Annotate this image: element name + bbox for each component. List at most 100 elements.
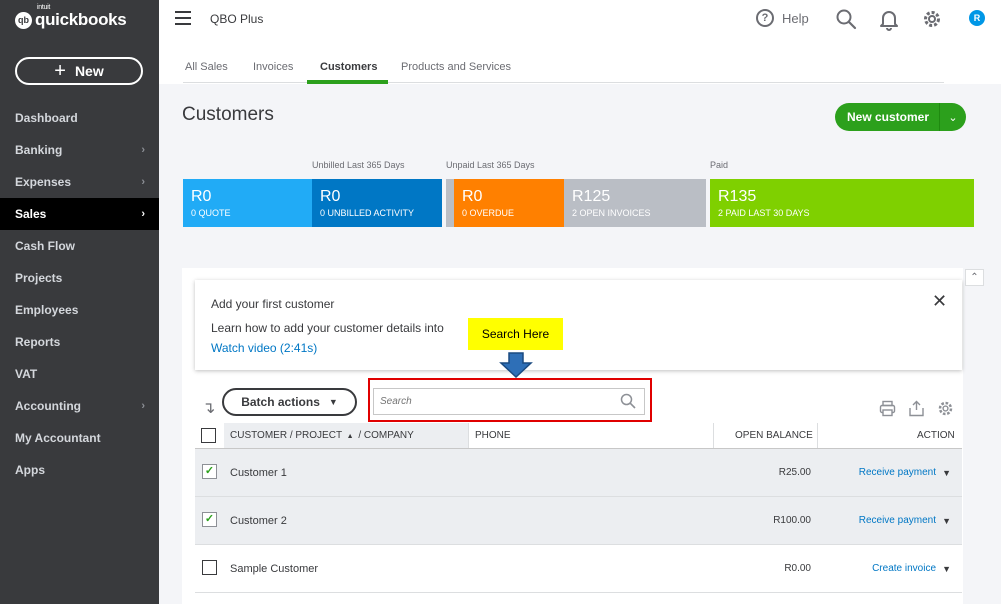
- block-amount: R125: [572, 188, 611, 205]
- block-desc: 2 OPEN INVOICES: [572, 208, 651, 218]
- customer-name[interactable]: Customer 1: [230, 467, 287, 479]
- tab-all-sales[interactable]: All Sales: [185, 61, 228, 73]
- column-phone[interactable]: PHONE: [475, 423, 511, 448]
- block-desc: 0 QUOTE: [191, 208, 231, 218]
- column-customer-project[interactable]: CUSTOMER / PROJECT ▲ / COMPANY: [224, 423, 468, 448]
- block-desc: 2 PAID LAST 30 DAYS: [718, 208, 810, 218]
- unbilled-label: Unbilled Last 365 Days: [312, 160, 405, 170]
- search-here-callout: Search Here: [468, 318, 563, 350]
- search-icon[interactable]: [835, 8, 857, 30]
- sales-tabs: All Sales Invoices Customers Products an…: [159, 40, 1001, 84]
- sidebar-item-label: Banking: [15, 143, 63, 157]
- sidebar-item-apps[interactable]: Apps: [0, 454, 159, 486]
- column-open-balance[interactable]: OPEN BALANCE: [735, 423, 813, 448]
- table-row[interactable]: ✓ Customer 1 R25.00 Receive payment ▼: [195, 449, 962, 497]
- sidebar-item-label: Cash Flow: [15, 239, 76, 253]
- chevron-right-icon: ›: [141, 176, 145, 188]
- print-icon[interactable]: [879, 400, 896, 417]
- sidebar-item-employees[interactable]: Employees: [0, 294, 159, 326]
- table-row[interactable]: ✓ Customer 2 R100.00 Receive payment ▼: [195, 497, 962, 545]
- checkmark-icon: ✓: [204, 465, 215, 477]
- quickbooks-logo[interactable]: qb intuit quickbooks: [15, 4, 127, 31]
- unbilled-activity-block[interactable]: R0 0 UNBILLED ACTIVITY: [312, 179, 442, 227]
- new-customer-button-group: New customer ⌄: [835, 103, 967, 131]
- row-checkbox[interactable]: ✓: [202, 512, 217, 527]
- search-icon[interactable]: [620, 393, 636, 409]
- tab-products-and-services[interactable]: Products and Services: [401, 61, 511, 73]
- logo-wordmark: quickbooks: [35, 10, 127, 29]
- sidebar-item-sales[interactable]: Sales ›: [0, 198, 159, 230]
- column-divider: [817, 423, 818, 448]
- sidebar-item-label: Projects: [15, 271, 63, 285]
- table-settings-icon[interactable]: [937, 400, 954, 417]
- column-divider: [713, 423, 714, 448]
- export-icon[interactable]: [908, 400, 925, 417]
- new-customer-dropdown[interactable]: ⌄: [939, 103, 967, 131]
- receive-payment-link[interactable]: Receive payment: [859, 515, 936, 526]
- sidebar-item-expenses[interactable]: Expenses ›: [0, 166, 159, 198]
- table-row[interactable]: Sample Customer R0.00 Create invoice ▼: [195, 545, 962, 593]
- avatar[interactable]: R: [969, 10, 985, 26]
- chevron-up-icon[interactable]: ⌃: [965, 269, 984, 286]
- hamburger-menu-icon[interactable]: [175, 11, 191, 25]
- batch-actions-button[interactable]: Batch actions ▼: [222, 388, 357, 416]
- help-label: Help: [782, 10, 809, 26]
- bell-icon[interactable]: [878, 8, 900, 32]
- customer-name[interactable]: Sample Customer: [230, 563, 318, 575]
- column-action: ACTION: [917, 430, 955, 441]
- arrow-down-icon: [499, 352, 533, 378]
- gear-icon[interactable]: [921, 8, 943, 30]
- help-icon: ?: [756, 9, 774, 27]
- sidebar-item-reports[interactable]: Reports: [0, 326, 159, 358]
- new-button[interactable]: + New: [15, 57, 143, 85]
- sidebar-item-my-accountant[interactable]: My Accountant: [0, 422, 159, 454]
- row-checkbox[interactable]: [202, 560, 217, 575]
- action-dropdown-icon[interactable]: ▼: [942, 468, 951, 478]
- sidebar-item-dashboard[interactable]: Dashboard: [0, 102, 159, 134]
- select-all-checkbox[interactable]: [201, 428, 216, 443]
- customer-name[interactable]: Customer 2: [230, 515, 287, 527]
- close-icon[interactable]: ✕: [932, 291, 947, 312]
- top-header: QBO Plus ? Help R: [159, 0, 1001, 40]
- sidebar-item-cash-flow[interactable]: Cash Flow: [0, 230, 159, 262]
- new-customer-button[interactable]: New customer: [835, 103, 940, 131]
- action-dropdown-icon[interactable]: ▼: [942, 516, 951, 526]
- sidebar: qb intuit quickbooks + New Dashboard Ban…: [0, 0, 159, 604]
- onboarding-card: Add your first customer Learn how to add…: [195, 280, 962, 370]
- table-header: CUSTOMER / PROJECT ▲ / COMPANY PHONE OPE…: [195, 423, 962, 449]
- search-input[interactable]: [373, 388, 645, 415]
- open-balance: R0.00: [784, 563, 811, 574]
- sidebar-item-label: VAT: [15, 367, 38, 381]
- paid-block[interactable]: R135 2 PAID LAST 30 DAYS: [710, 179, 974, 227]
- block-desc: 0 OVERDUE: [462, 208, 515, 218]
- sidebar-item-vat[interactable]: VAT: [0, 358, 159, 390]
- chevron-down-icon: ⌄: [948, 111, 958, 124]
- tab-customers[interactable]: Customers: [320, 61, 377, 73]
- sidebar-item-label: Reports: [15, 335, 61, 349]
- open-balance: R25.00: [778, 467, 811, 478]
- watch-video-link[interactable]: Watch video (2:41s): [211, 341, 317, 355]
- chevron-right-icon: ›: [141, 400, 145, 412]
- help-button[interactable]: ? Help: [756, 9, 809, 27]
- sidebar-item-projects[interactable]: Projects: [0, 262, 159, 294]
- chevron-right-icon: ›: [141, 208, 145, 220]
- sidebar-item-accounting[interactable]: Accounting ›: [0, 390, 159, 422]
- row-checkbox[interactable]: ✓: [202, 464, 217, 479]
- plus-icon: +: [54, 60, 66, 82]
- logo-intuit-text: intuit: [37, 4, 50, 11]
- quote-block[interactable]: R0 0 QUOTE: [183, 179, 312, 227]
- overdue-block[interactable]: R0 0 OVERDUE: [454, 179, 564, 227]
- new-button-label: New: [74, 63, 104, 79]
- receive-payment-link[interactable]: Receive payment: [859, 467, 936, 478]
- sidebar-item-label: Accounting: [15, 399, 81, 413]
- onboarding-description: Learn how to add your customer details i…: [211, 321, 444, 335]
- checkmark-icon: ✓: [204, 513, 215, 525]
- action-dropdown-icon[interactable]: ▼: [942, 564, 951, 574]
- page-title: Customers: [182, 104, 274, 125]
- tab-invoices[interactable]: Invoices: [253, 61, 293, 73]
- open-invoices-block[interactable]: R125 2 OPEN INVOICES: [564, 179, 706, 227]
- batch-actions-label: Batch actions: [241, 395, 320, 409]
- sidebar-item-banking[interactable]: Banking ›: [0, 134, 159, 166]
- create-invoice-link[interactable]: Create invoice: [872, 563, 936, 574]
- sort-arrow-icon[interactable]: ↴: [202, 398, 215, 418]
